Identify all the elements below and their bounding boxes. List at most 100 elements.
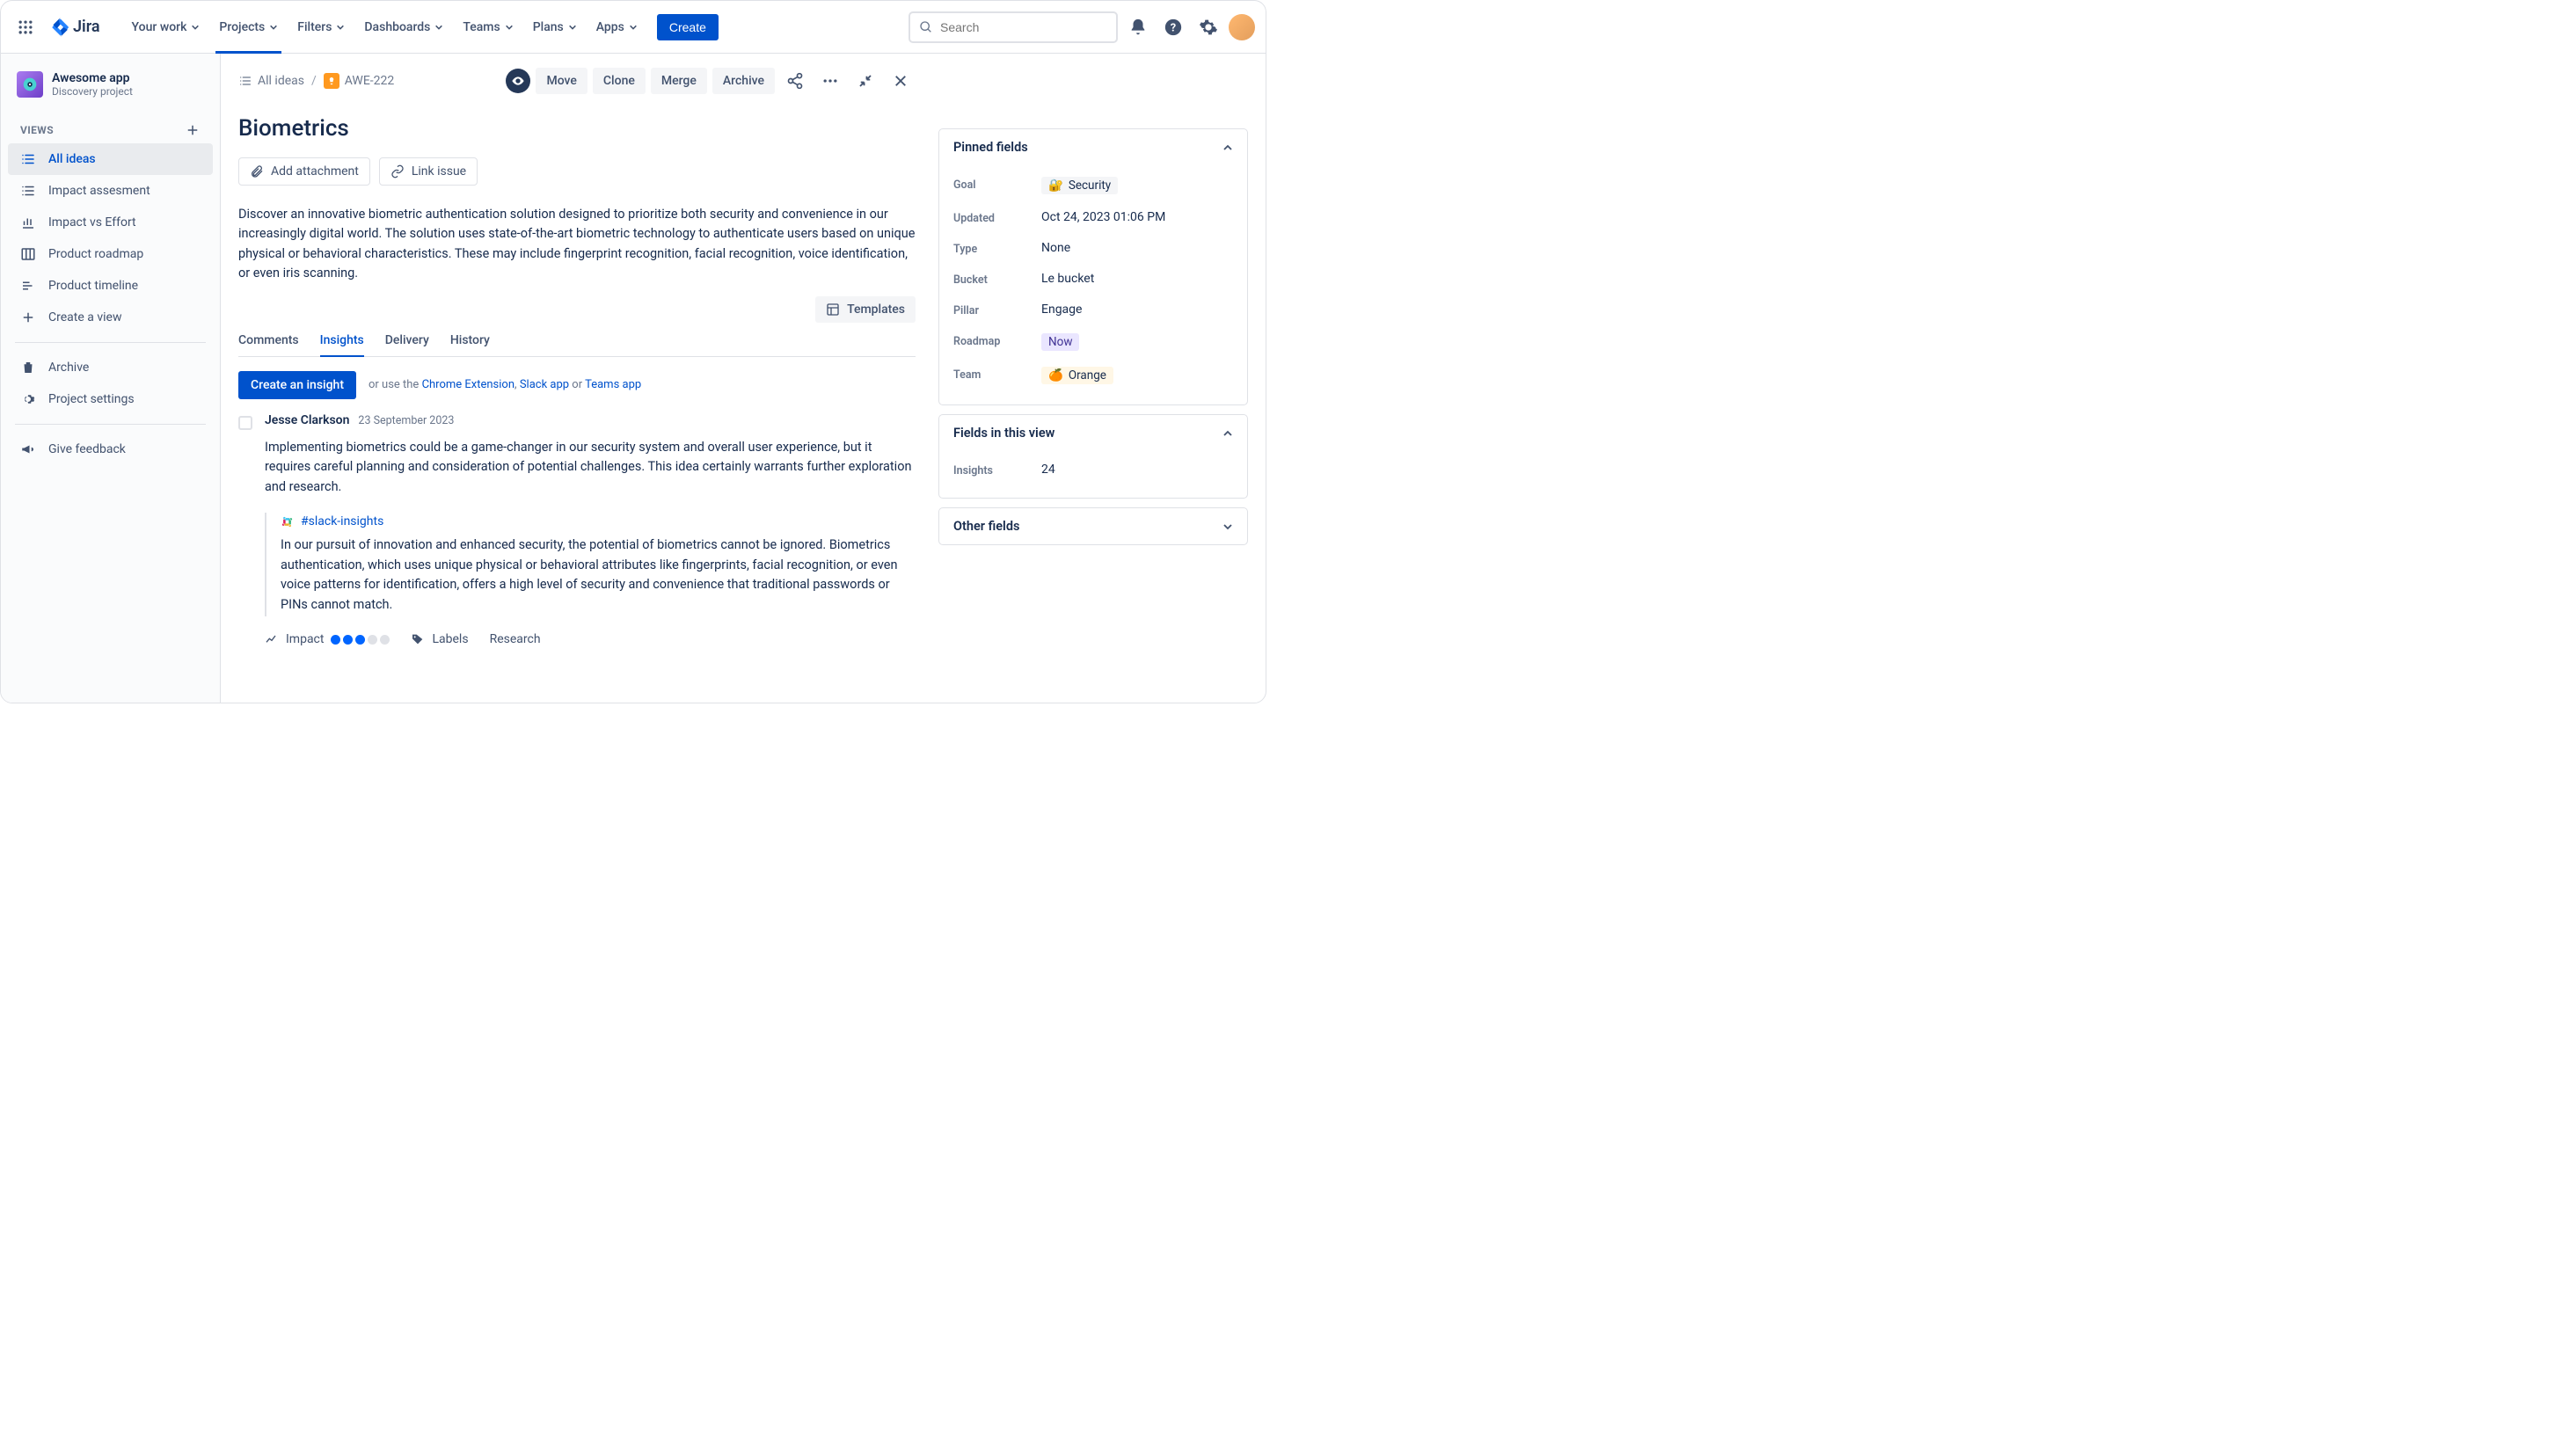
search-icon bbox=[919, 20, 933, 34]
sidebar-item-all-ideas[interactable]: All ideas bbox=[8, 143, 213, 175]
link-issue-button[interactable]: Link issue bbox=[379, 157, 478, 186]
sidebar-item-settings[interactable]: Project settings bbox=[8, 383, 213, 415]
insight-entry: Jesse Clarkson 23 September 2023 Impleme… bbox=[238, 413, 916, 646]
research-label[interactable]: Research bbox=[490, 632, 541, 646]
teams-app-link[interactable]: Teams app bbox=[585, 378, 641, 391]
field-bucket[interactable]: Bucket Le bucket bbox=[953, 264, 1233, 295]
orange-icon: 🍊 bbox=[1048, 368, 1063, 383]
sidebar: Awesome app Discovery project VIEWS All … bbox=[1, 54, 221, 703]
jira-logo-text: Jira bbox=[73, 18, 100, 36]
other-fields-header[interactable]: Other fields bbox=[939, 508, 1247, 544]
tab-comments[interactable]: Comments bbox=[238, 328, 299, 356]
sidebar-item-roadmap[interactable]: Product roadmap bbox=[8, 238, 213, 270]
idea-type-icon bbox=[324, 73, 339, 89]
chrome-extension-link[interactable]: Chrome Extension bbox=[422, 378, 514, 391]
create-insight-button[interactable]: Create an insight bbox=[238, 371, 356, 399]
nav-filters[interactable]: Filters bbox=[288, 1, 354, 54]
slack-icon bbox=[281, 515, 294, 528]
tabs: Comments Insights Delivery History bbox=[238, 328, 916, 357]
impact-dots bbox=[331, 635, 390, 645]
sidebar-item-impact-effort[interactable]: Impact vs Effort bbox=[8, 207, 213, 238]
nav-projects[interactable]: Projects bbox=[210, 1, 287, 54]
field-goal[interactable]: Goal 🔐Security bbox=[953, 169, 1233, 202]
settings-icon[interactable] bbox=[1193, 12, 1223, 42]
close-icon[interactable] bbox=[886, 66, 916, 96]
add-view-icon[interactable] bbox=[185, 122, 201, 138]
tab-delivery[interactable]: Delivery bbox=[385, 328, 429, 356]
chevron-up-icon bbox=[1222, 428, 1233, 439]
sidebar-item-feedback[interactable]: Give feedback bbox=[8, 434, 213, 465]
field-updated[interactable]: Updated Oct 24, 2023 01:06 PM bbox=[953, 202, 1233, 233]
sidebar-item-impact-assessment[interactable]: Impact assesment bbox=[8, 175, 213, 207]
list-icon bbox=[20, 183, 36, 199]
search-box[interactable] bbox=[909, 11, 1118, 43]
labels-field[interactable]: Labels bbox=[411, 632, 468, 646]
details-panel: Pinned fields Goal 🔐Security Updated Oct… bbox=[933, 54, 1266, 703]
attachment-icon bbox=[250, 164, 264, 179]
archive-button[interactable]: Archive bbox=[712, 68, 775, 94]
slack-quote-text: In our pursuit of innovation and enhance… bbox=[281, 536, 916, 615]
nav-your-work[interactable]: Your work bbox=[123, 1, 209, 54]
timeline-icon bbox=[20, 278, 36, 294]
jira-logo[interactable]: Jira bbox=[45, 18, 106, 37]
field-insights[interactable]: Insights 24 bbox=[953, 455, 1233, 485]
plus-icon bbox=[20, 310, 36, 325]
issue-detail: All ideas / AWE-222 Move Clone Merge bbox=[221, 54, 933, 703]
breadcrumb-root[interactable]: All ideas bbox=[238, 74, 304, 88]
slack-channel-link[interactable]: #slack-insights bbox=[281, 514, 916, 528]
impact-field[interactable]: Impact bbox=[265, 632, 390, 646]
chevron-up-icon bbox=[1222, 142, 1233, 153]
templates-button[interactable]: Templates bbox=[815, 296, 916, 323]
templates-icon bbox=[826, 302, 840, 317]
app-switcher-icon[interactable] bbox=[11, 13, 40, 41]
chart-icon bbox=[20, 215, 36, 230]
move-button[interactable]: Move bbox=[536, 68, 587, 94]
slack-app-link[interactable]: Slack app bbox=[520, 378, 569, 391]
user-avatar[interactable] bbox=[1229, 14, 1255, 40]
nav-teams[interactable]: Teams bbox=[454, 1, 522, 54]
sidebar-item-timeline[interactable]: Product timeline bbox=[8, 270, 213, 302]
lock-icon: 🔐 bbox=[1048, 179, 1063, 193]
field-roadmap[interactable]: Roadmap Now bbox=[953, 325, 1233, 359]
watch-icon[interactable] bbox=[506, 69, 530, 93]
other-fields-card: Other fields bbox=[938, 507, 1248, 545]
sidebar-item-archive[interactable]: Archive bbox=[8, 352, 213, 383]
pinned-fields-card: Pinned fields Goal 🔐Security Updated Oct… bbox=[938, 128, 1248, 405]
more-icon[interactable] bbox=[815, 66, 845, 96]
project-header[interactable]: Awesome app Discovery project bbox=[8, 71, 213, 113]
nav-dashboards[interactable]: Dashboards bbox=[355, 1, 452, 54]
field-type[interactable]: Type None bbox=[953, 233, 1233, 264]
search-input[interactable] bbox=[940, 20, 1107, 34]
view-fields-header[interactable]: Fields in this view bbox=[939, 415, 1247, 451]
tab-history[interactable]: History bbox=[450, 328, 490, 356]
pinned-fields-header[interactable]: Pinned fields bbox=[939, 129, 1247, 165]
notifications-icon[interactable] bbox=[1123, 12, 1153, 42]
nav-items: Your work Projects Filters Dashboards Te… bbox=[123, 1, 719, 54]
nav-plans[interactable]: Plans bbox=[524, 1, 586, 54]
field-pillar[interactable]: Pillar Engage bbox=[953, 295, 1233, 325]
slack-quote: #slack-insights In our pursuit of innova… bbox=[265, 513, 916, 616]
svg-text:?: ? bbox=[1171, 21, 1176, 34]
issue-title[interactable]: Biometrics bbox=[238, 115, 916, 142]
share-icon[interactable] bbox=[780, 66, 810, 96]
insight-text: Implementing biometrics could be a game-… bbox=[265, 438, 916, 497]
insight-author: Jesse Clarkson bbox=[265, 413, 349, 427]
help-icon[interactable]: ? bbox=[1158, 12, 1188, 42]
create-button[interactable]: Create bbox=[657, 14, 719, 40]
clone-button[interactable]: Clone bbox=[593, 68, 646, 94]
trash-icon bbox=[20, 360, 36, 375]
issue-description[interactable]: Discover an innovative biometric authent… bbox=[238, 205, 916, 284]
project-icon bbox=[17, 71, 43, 98]
add-attachment-button[interactable]: Add attachment bbox=[238, 157, 370, 186]
tab-insights[interactable]: Insights bbox=[320, 328, 364, 356]
merge-button[interactable]: Merge bbox=[651, 68, 707, 94]
sidebar-item-create-view[interactable]: Create a view bbox=[8, 302, 213, 333]
list-icon bbox=[238, 74, 252, 88]
megaphone-icon bbox=[20, 441, 36, 457]
field-team[interactable]: Team 🍊Orange bbox=[953, 359, 1233, 392]
insight-checkbox[interactable] bbox=[238, 416, 252, 430]
project-name: Awesome app bbox=[52, 71, 133, 85]
nav-apps[interactable]: Apps bbox=[587, 1, 646, 54]
breadcrumb-issue[interactable]: AWE-222 bbox=[324, 73, 395, 89]
collapse-icon[interactable] bbox=[850, 66, 880, 96]
